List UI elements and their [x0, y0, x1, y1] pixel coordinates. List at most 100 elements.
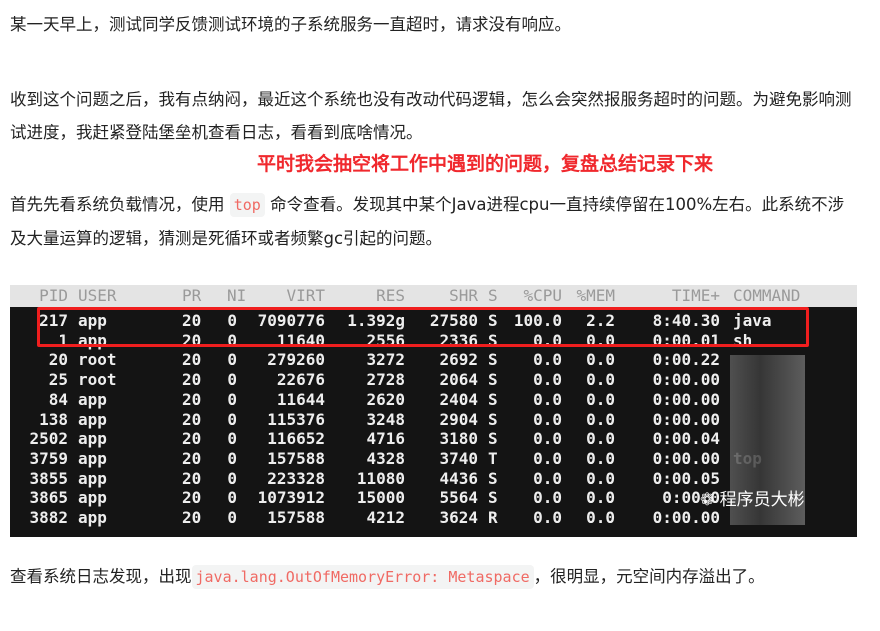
- cell-time: 0:00.00: [652, 508, 720, 527]
- cell-pid: 2502: [29, 429, 68, 449]
- cell-res: 3248: [366, 409, 405, 429]
- cell-mem: 0.0: [586, 508, 615, 527]
- cell-shr: 4436: [439, 468, 478, 488]
- cell-virt: 22676: [276, 370, 325, 390]
- cell-cpu: 0.0: [533, 389, 562, 409]
- cell-time: 0:00.22: [652, 350, 720, 370]
- cell-s: S: [488, 429, 498, 449]
- cell-pr: 20: [182, 409, 202, 429]
- wechat-icon: ❁: [700, 490, 720, 510]
- cell-virt: 1073912: [257, 488, 325, 508]
- cell-cpu: 0.0: [533, 350, 562, 370]
- cell-pr: 20: [182, 370, 202, 390]
- cell-s: R: [488, 508, 498, 527]
- header-time: TIME+: [671, 286, 720, 305]
- cell-pid: 3759: [29, 448, 68, 468]
- paragraph-1: 某一天早上，测试同学反馈测试环境的子系统服务一直超时，请求没有响应。: [10, 15, 571, 34]
- cell-user: root: [78, 350, 117, 370]
- watermark-text: 程序员大彬: [719, 490, 805, 510]
- header-pr: PR: [182, 286, 202, 305]
- cell-s: S: [488, 350, 498, 370]
- cell-pid: 84: [48, 389, 68, 409]
- header-user: USER: [78, 286, 117, 305]
- cell-user: app: [78, 389, 107, 409]
- cell-mem: 0.0: [586, 350, 615, 370]
- cell-res: 2728: [366, 370, 405, 390]
- cell-pid: 3882: [29, 508, 68, 527]
- cell-pid: 20: [48, 350, 68, 370]
- cell-virt: 157588: [267, 508, 325, 527]
- cell-pid: 25: [48, 370, 68, 390]
- cell-virt: 115376: [267, 409, 325, 429]
- cell-pr: 20: [182, 448, 202, 468]
- cell-time: 0:00.00: [652, 389, 720, 409]
- cell-shr: 3180: [439, 429, 478, 449]
- cell-cpu: 0.0: [533, 448, 562, 468]
- paragraph-3: 首先先看系统负载情况，使用 top 命令查看。发现其中某个Java进程cpu一直…: [10, 188, 860, 255]
- cell-shr: 3740: [439, 448, 478, 468]
- cell-shr: 2904: [439, 409, 478, 429]
- cell-s: S: [488, 468, 498, 488]
- cell-user: app: [78, 468, 107, 488]
- cell-res: 4716: [366, 429, 405, 449]
- cell-mem: 0.0: [586, 409, 615, 429]
- header-virt: VIRT: [286, 286, 325, 305]
- highlight-heading: 平时我会抽空将工作中遇到的问题，复盘总结记录下来: [256, 153, 713, 175]
- cell-mem: 0.0: [586, 488, 615, 508]
- cell-pr: 20: [182, 468, 202, 488]
- cell-cpu: 0.0: [533, 488, 562, 508]
- header-s: S: [488, 286, 498, 305]
- cell-time: 0:00.04: [652, 429, 720, 449]
- cell-s: T: [488, 448, 498, 468]
- watermark: ❁ 程序员大彬: [700, 485, 805, 510]
- cell-user: root: [78, 370, 117, 390]
- header-mem: %MEM: [576, 286, 615, 305]
- cell-cpu: 0.0: [533, 409, 562, 429]
- terminal-header-row: PID USER PR NI VIRT RES SHR S %CPU %MEM TIME+ COMMA…: [10, 285, 857, 307]
- cell-pid: 3865: [29, 488, 68, 508]
- cell-mem: 0.0: [586, 429, 615, 449]
- inline-code-top: top: [229, 193, 265, 217]
- cell-mem: 0.0: [586, 448, 615, 468]
- cell-res: 4212: [366, 508, 405, 527]
- header-command: COMMAND: [733, 286, 801, 305]
- cell-cpu: 0.0: [533, 508, 562, 527]
- cell-mem: 0.0: [586, 468, 615, 488]
- terminal-screenshot: PID USER PR NI VIRT RES SHR S %CPU %MEM TIME+ COMMA…: [10, 285, 857, 537]
- header-pid: PID: [39, 286, 68, 305]
- header-cpu: %CPU: [523, 286, 562, 305]
- cell-virt: 223328: [267, 468, 325, 488]
- cell-s: S: [488, 409, 498, 429]
- cell-pr: 20: [182, 488, 202, 508]
- cell-pr: 20: [182, 508, 202, 527]
- cell-s: S: [488, 389, 498, 409]
- cell-pr: 20: [182, 389, 202, 409]
- cell-res: 4328: [366, 448, 405, 468]
- cell-virt: 157588: [267, 448, 325, 468]
- cell-mem: 0.0: [586, 389, 615, 409]
- cell-s: S: [488, 488, 498, 508]
- text: ，很明显，元空间内存溢出了。: [533, 567, 765, 586]
- cell-user: app: [78, 448, 107, 468]
- cell-cpu: 0.0: [533, 429, 562, 449]
- cell-res: 2620: [366, 389, 405, 409]
- cell-pid: 3855: [29, 468, 68, 488]
- text: 首先先看系统负载情况，使用: [10, 195, 225, 214]
- cell-user: app: [78, 409, 107, 429]
- cell-user: app: [78, 488, 107, 508]
- text: 查看系统日志发现，出现: [10, 567, 192, 586]
- cell-virt: 11644: [276, 389, 325, 409]
- paragraph-2: 收到这个问题之后，我有点纳闷，最近这个系统也没有改动代码逻辑，怎么会突然报服务超…: [10, 90, 852, 142]
- cell-shr: 3624: [439, 508, 478, 527]
- cell-res: 3272: [366, 350, 405, 370]
- cell-pr: 20: [182, 350, 202, 370]
- cell-res: 15000: [356, 488, 405, 508]
- cell-time: 0:00.00: [652, 448, 720, 468]
- paragraph-4: 查看系统日志发现，出现 java.lang.OutOfMemoryError: M…: [10, 560, 860, 594]
- cell-res: 11080: [356, 468, 405, 488]
- cell-pr: 20: [182, 429, 202, 449]
- cell-shr: 5564: [439, 488, 478, 508]
- header-shr: SHR: [449, 286, 478, 305]
- cell-user: app: [78, 429, 107, 449]
- cell-time: 0:00.00: [652, 409, 720, 429]
